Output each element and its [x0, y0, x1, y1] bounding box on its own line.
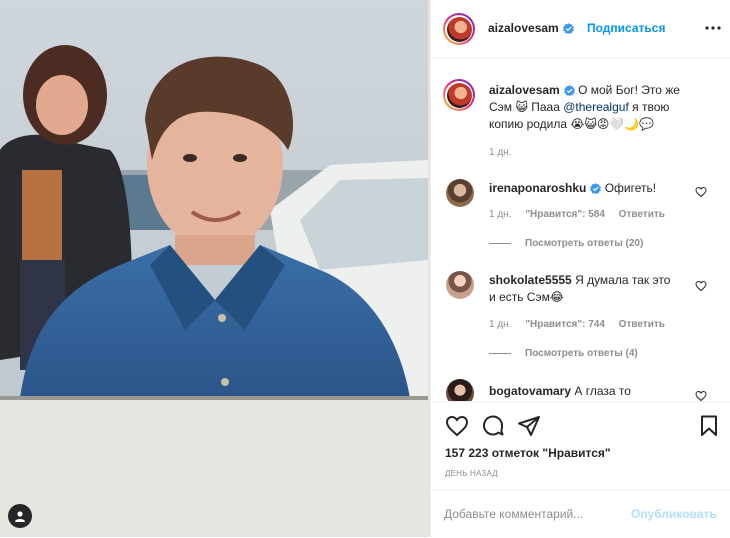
comment-meta: 1 дн. "Нравится": 744 Ответить	[489, 319, 676, 330]
comment-text: А глаза то	[574, 384, 631, 398]
view-replies-button[interactable]: Посмотреть ответы (4)	[489, 348, 638, 359]
comment-reply-button[interactable]: Ответить	[619, 209, 665, 220]
caption-line-1: aizalovesam О мой Бог! Это же	[489, 82, 680, 99]
view-replies-button[interactable]: Посмотреть ответы (20)	[489, 238, 643, 249]
user-tag-button[interactable]	[8, 504, 32, 528]
comment-username[interactable]: irenaponaroshku	[489, 181, 586, 195]
caption-time[interactable]: 1 дн.	[489, 147, 511, 158]
add-comment-bar: Опубликовать	[431, 489, 730, 538]
comment-text: Офигеть!	[604, 181, 657, 195]
bookmark-icon[interactable]	[697, 414, 721, 438]
caption-line-3: копию родила 😭😺😡🤍🌙💬	[489, 116, 654, 133]
comment-like-heart-icon[interactable]	[695, 390, 707, 401]
comments-list[interactable]: aizalovesam О мой Бог! Это же Сэм 😺 Пааа…	[431, 59, 730, 401]
comment-avatar[interactable]	[446, 271, 474, 299]
user-tag-icon	[15, 511, 25, 522]
caption-username[interactable]: aizalovesam	[489, 83, 560, 97]
verified-badge-icon	[562, 23, 574, 34]
comment-text: Я думала так это	[575, 273, 671, 287]
comment-body: irenaponaroshku Офигеть!	[489, 180, 656, 197]
share-icon[interactable]	[517, 414, 541, 438]
post-photo[interactable]	[0, 0, 430, 537]
comment-like-heart-icon[interactable]	[695, 186, 707, 198]
comment-text-line-2: и есть Сэм😂	[489, 290, 564, 304]
comment-reply-button[interactable]: Ответить	[619, 319, 665, 330]
comment-avatar[interactable]	[446, 379, 474, 401]
caption-mention-link[interactable]: @therealguf	[563, 100, 629, 114]
photo-image	[0, 0, 430, 537]
comment-body: bogatovamary А глаза то	[489, 383, 631, 400]
comment-time[interactable]: 1 дн.	[489, 209, 511, 220]
comment-like-heart-icon[interactable]	[695, 280, 707, 292]
instagram-post: aizalovesam Подписаться aizalovesam О мо…	[0, 0, 730, 537]
verified-badge-icon	[563, 85, 575, 96]
comment-body-line-2: и есть Сэм😂	[489, 289, 564, 306]
follow-button[interactable]: Подписаться	[587, 21, 665, 35]
comment-time[interactable]: 1 дн.	[489, 319, 511, 330]
comment-username[interactable]: shokolate5555	[489, 273, 572, 287]
caption-text-1: О мой Бог! Это же	[578, 83, 680, 97]
publish-button[interactable]: Опубликовать	[631, 507, 717, 521]
view-replies-label: Посмотреть ответы (20)	[525, 238, 644, 249]
view-replies-label: Посмотреть ответы (4)	[525, 348, 638, 359]
post-side-panel: aizalovesam Подписаться aizalovesam О мо…	[430, 0, 730, 537]
post-header: aizalovesam Подписаться	[431, 0, 730, 58]
add-comment-input[interactable]	[444, 507, 624, 521]
caption-text-2: Сэм 😺 Пааа	[489, 100, 560, 114]
comment-body: shokolate5555 Я думала так это	[489, 272, 670, 289]
caption-line-2: Сэм 😺 Пааа @therealguf я твою	[489, 99, 669, 116]
caption-text-4: копию родила 😭😺😡🤍🌙💬	[489, 117, 655, 131]
author-avatar[interactable]	[443, 13, 475, 45]
heart-icon[interactable]	[445, 414, 469, 438]
comment-icon[interactable]	[481, 414, 505, 438]
verified-badge-icon	[590, 183, 602, 194]
more-options-icon[interactable]	[703, 18, 723, 38]
post-actions: 157 223 отметок "Нравится" ДЕНЬ НАЗАД Оп…	[431, 401, 730, 537]
author-username[interactable]: aizalovesam	[488, 21, 559, 35]
comment-meta: 1 дн. "Нравится": 584 Ответить	[489, 209, 676, 220]
comment-likes[interactable]: "Нравится": 584	[525, 209, 605, 220]
caption-meta: 1 дн.	[489, 147, 522, 158]
comment-avatar[interactable]	[446, 179, 474, 207]
post-timestamp[interactable]: ДЕНЬ НАЗАД	[445, 469, 498, 478]
author-username-wrap: aizalovesam	[488, 21, 574, 35]
caption-text-3: я твою	[632, 100, 670, 114]
caption-avatar[interactable]	[443, 79, 475, 111]
comment-username[interactable]: bogatovamary	[489, 384, 571, 398]
replies-divider	[489, 243, 511, 244]
comment-likes[interactable]: "Нравится": 744	[525, 319, 605, 330]
likes-count[interactable]: 157 223 отметок "Нравится"	[445, 446, 611, 460]
replies-divider	[489, 353, 511, 354]
